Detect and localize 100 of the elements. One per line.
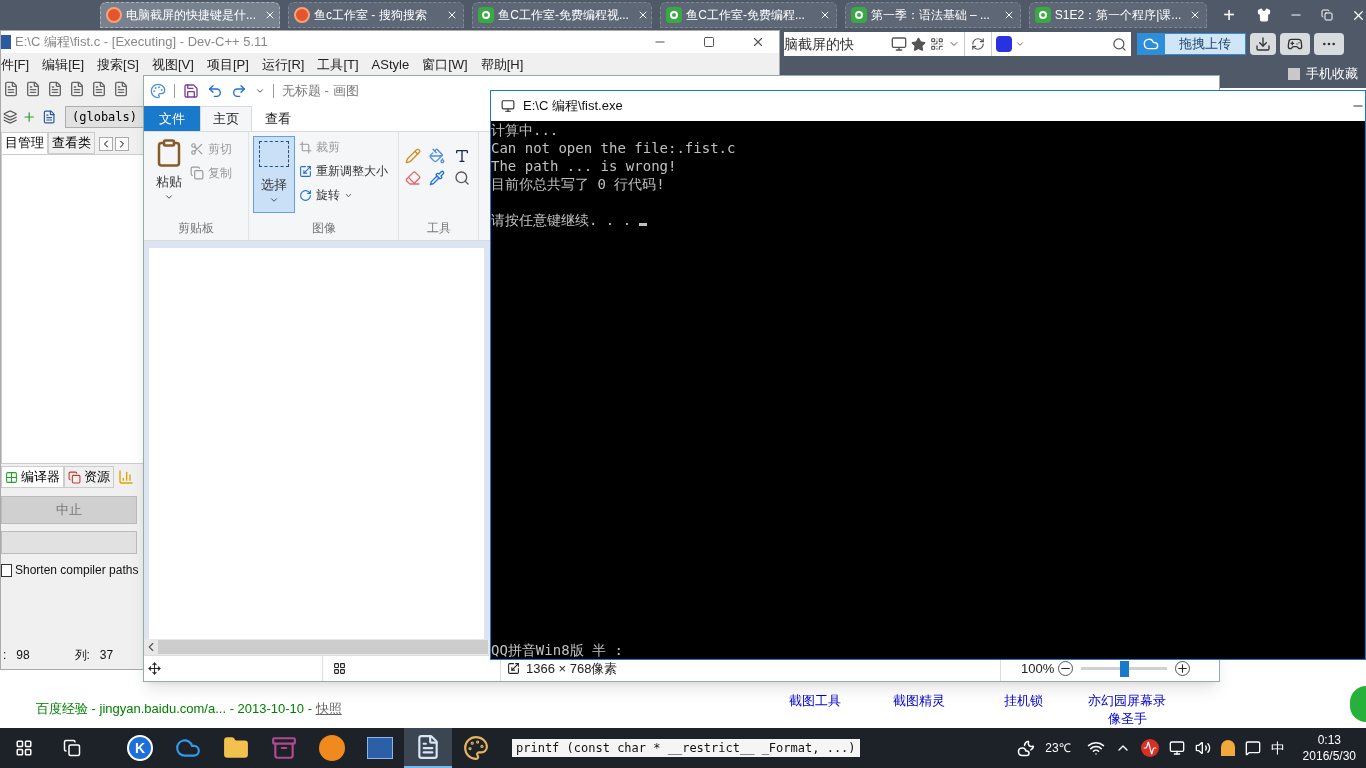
upload-button[interactable]: 拖拽上传 — [1137, 33, 1246, 55]
wifi-icon[interactable] — [1086, 739, 1105, 757]
toolbar-icon[interactable] — [3, 108, 18, 125]
more-icon[interactable] — [1314, 33, 1344, 55]
caret-icon[interactable] — [1015, 39, 1025, 49]
close-icon[interactable] — [751, 35, 765, 49]
browser-tab[interactable]: 电脑截屏的快捷键是什... — [100, 2, 280, 28]
app-icon — [1, 35, 11, 49]
maximize-icon[interactable] — [703, 36, 715, 48]
browser-tab[interactable]: S1E2：第一个程序|课... — [1028, 2, 1208, 28]
volume-icon[interactable] — [1194, 740, 1211, 756]
redo-icon[interactable] — [231, 83, 247, 99]
panel-tab[interactable]: 资源 — [64, 466, 114, 488]
group-label: 图像 — [310, 220, 337, 237]
archive-icon[interactable] — [271, 735, 297, 761]
restore-icon[interactable] — [1321, 9, 1333, 21]
snapshot-link[interactable]: 快照 — [315, 700, 342, 716]
menu-item[interactable]: AStyle — [371, 54, 410, 75]
input-method[interactable]: 中 — [1270, 737, 1285, 759]
checkbox[interactable] — [1, 563, 12, 577]
toolbar-icon[interactable] — [47, 81, 63, 97]
folder-icon[interactable] — [223, 735, 249, 761]
rotate-button[interactable]: 旋转 — [299, 186, 388, 204]
resize-button[interactable]: 重新调整大小 — [299, 162, 388, 180]
tab-title: 电脑截屏的快捷键是什... — [126, 7, 256, 24]
scrollbar-thumb[interactable] — [158, 640, 488, 654]
zoom-slider[interactable] — [1081, 660, 1168, 677]
star-icon[interactable] — [911, 36, 926, 52]
clock-time[interactable]: 0:13 — [1317, 732, 1341, 748]
menu-item[interactable]: 搜索[S] — [97, 54, 139, 75]
new-tab-button[interactable]: + — [1215, 2, 1243, 28]
task-view-icon[interactable] — [63, 739, 81, 757]
fill-icon[interactable] — [429, 148, 446, 164]
ribbon-tab[interactable]: 查看 — [252, 106, 304, 131]
tool-link[interactable]: 挂机锁 — [978, 692, 1068, 710]
toolbar-icon[interactable] — [3, 81, 19, 97]
paste-button[interactable]: 粘贴 — [154, 136, 184, 219]
save-icon[interactable] — [183, 83, 199, 99]
menu-item[interactable]: 工具[T] — [317, 54, 359, 75]
palette-icon[interactable] — [463, 735, 489, 761]
start-icon[interactable] — [15, 739, 33, 757]
text-icon[interactable] — [453, 148, 470, 164]
chat-app-icon[interactable] — [1220, 740, 1235, 756]
size-icon — [507, 662, 520, 675]
scope-dropdown[interactable]: (globals) — [65, 105, 144, 128]
menu-item[interactable]: 编辑[E] — [42, 54, 85, 75]
scroll-right-icon[interactable] — [115, 137, 129, 151]
site-icon — [1034, 7, 1051, 23]
file-tab[interactable]: 文件 — [144, 106, 200, 131]
panel-tab[interactable]: 查看类 — [48, 132, 95, 154]
clock-date[interactable]: 2016/5/30 — [1302, 748, 1356, 764]
panel-tab[interactable]: 目管理 — [1, 132, 48, 154]
image-size: 1366 × 768像素 — [526, 659, 618, 678]
toolbar-icon[interactable] — [113, 81, 129, 97]
menu-item[interactable]: 运行[R] — [261, 54, 305, 75]
menu-item[interactable]: 视图[V] — [152, 54, 194, 75]
network-icon[interactable] — [1168, 740, 1185, 756]
qr-icon[interactable] — [930, 37, 944, 51]
skin-icon[interactable] — [1257, 8, 1271, 22]
menu-item[interactable]: 件[F] — [1, 54, 30, 75]
toolbar-icon[interactable] — [41, 108, 56, 125]
floating-button[interactable] — [1350, 686, 1366, 722]
tool-link[interactable]: 截图工具 — [770, 692, 860, 710]
ime-status: QQ拼音Win8版 半 : — [491, 641, 624, 659]
tray-app-icon[interactable] — [1140, 739, 1159, 757]
game-icon[interactable] — [1280, 33, 1310, 55]
menu-item[interactable]: 窗口[W] — [422, 54, 468, 75]
ribbon-tab[interactable]: 主页 — [200, 106, 252, 131]
close-icon[interactable] — [264, 9, 276, 21]
toolbar-icon[interactable] — [69, 81, 85, 97]
tool-link[interactable]: 亦幻园屏幕录像圣手 — [1082, 692, 1172, 728]
panel-tab[interactable]: 编译器 — [1, 466, 64, 488]
menu-item[interactable]: 项目[P] — [206, 54, 249, 75]
pencil-icon[interactable] — [405, 148, 421, 164]
browser-tab[interactable]: 鱼C工作室-免费编程... — [660, 2, 837, 28]
notification-icon[interactable] — [1244, 740, 1261, 756]
undo-icon[interactable] — [207, 83, 223, 99]
color-picker-icon[interactable] — [429, 170, 446, 186]
eraser-icon[interactable] — [405, 170, 421, 186]
toolbar-icon[interactable] — [91, 81, 107, 97]
address-bar[interactable]: 脑截屏的快 — [784, 32, 964, 56]
slider-thumb[interactable] — [1120, 660, 1130, 677]
select-button[interactable]: 选择 — [253, 136, 295, 213]
toolbar-icon[interactable] — [25, 81, 41, 97]
browser-tab[interactable]: 鱼c工作室 - 搜狗搜索 — [288, 2, 465, 28]
caret-icon[interactable] — [255, 86, 265, 96]
folder-icon — [1288, 68, 1300, 80]
app-icon[interactable] — [319, 735, 345, 761]
search-icon[interactable] — [1112, 36, 1127, 52]
tool-link[interactable]: 截图精灵 — [874, 692, 964, 710]
refresh-icon[interactable] — [971, 37, 985, 51]
search-field[interactable] — [991, 32, 1131, 56]
menu-item[interactable]: 帮助[H] — [480, 54, 524, 75]
scroll-left-icon[interactable] — [99, 137, 113, 151]
bookmark-folder[interactable]: 手机收藏 — [1306, 64, 1358, 84]
browser-tab[interactable]: 鱼C工作室-免费编程视... — [472, 2, 653, 28]
download-icon[interactable] — [1250, 33, 1276, 55]
magnifier-icon[interactable] — [453, 170, 470, 186]
browser-tab[interactable]: 第一季：语法基础 – ... — [844, 2, 1021, 28]
app-icon[interactable]: K — [127, 735, 153, 761]
